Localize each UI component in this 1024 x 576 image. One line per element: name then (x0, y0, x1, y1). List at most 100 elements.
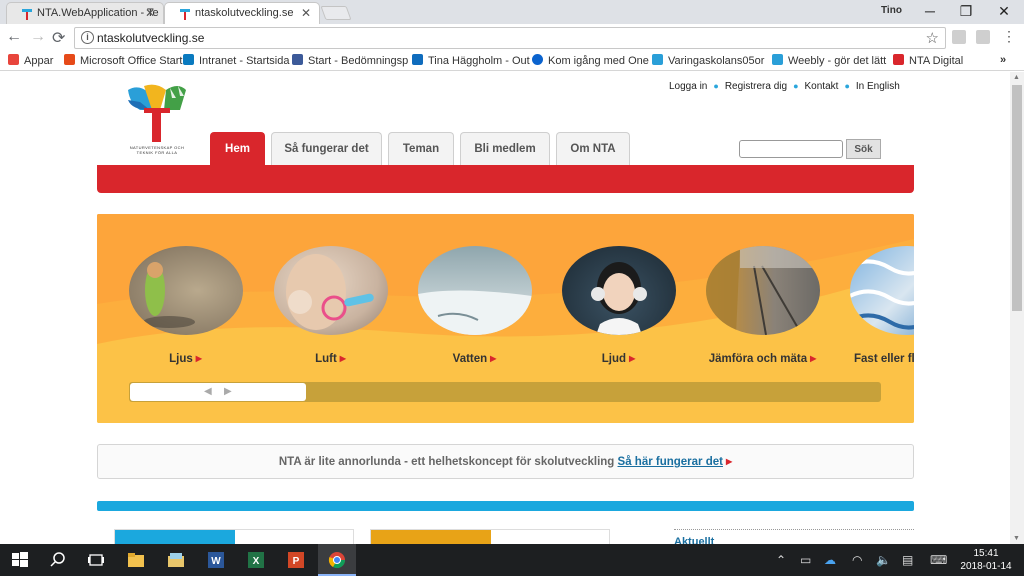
word-icon[interactable]: W (206, 550, 226, 570)
notifications-icon[interactable]: ▤ (902, 553, 913, 567)
nav-tab-sa-fungerar-det[interactable]: Så fungerar det (271, 132, 382, 165)
wifi-icon[interactable]: ◠ (852, 553, 862, 567)
excel-icon[interactable]: X (246, 550, 266, 570)
close-tab-icon[interactable]: ✕ (145, 6, 155, 20)
outlook-icon (412, 54, 423, 65)
site-search-input[interactable] (739, 140, 843, 158)
english-link[interactable]: In English (856, 81, 900, 92)
keyboard-icon[interactable]: ⌨ (930, 553, 947, 567)
red-banner (97, 165, 914, 193)
site-search-button[interactable]: Sök (846, 139, 881, 159)
login-link[interactable]: Logga in (669, 81, 707, 92)
bookmark-nta-digital[interactable]: NTA Digital (893, 54, 963, 67)
page-scrollbar[interactable]: ▲ ▼ (1010, 72, 1024, 544)
address-bar[interactable]: i ntaskolutveckling.se ☆ (74, 27, 946, 49)
windows-start-icon[interactable] (10, 550, 30, 570)
theme-label-luft[interactable]: Luft ▶ (258, 353, 403, 365)
rss-extension-icon[interactable] (976, 30, 990, 44)
theme-image-jamfora-och-mata[interactable] (706, 246, 820, 335)
theme-label-ljus[interactable]: Ljus ▶ (113, 353, 258, 365)
volume-icon[interactable]: 🔈 (876, 553, 891, 567)
svg-text:X: X (253, 556, 260, 567)
onedrive-tray-icon[interactable]: ☁ (824, 553, 836, 567)
minimize-icon[interactable]: ─ (916, 3, 944, 19)
bookmark-outlook[interactable]: Tina Häggholm - Out (412, 54, 530, 67)
arrow-right-icon: ▶ (725, 457, 733, 466)
theme-image-ljus[interactable] (129, 246, 243, 335)
search-icon[interactable] (48, 550, 68, 570)
register-link[interactable]: Registrera dig (725, 81, 787, 92)
scroll-up-icon[interactable]: ▲ (1013, 74, 1020, 81)
file-explorer-icon[interactable] (126, 550, 146, 570)
close-tab-icon[interactable]: ✕ (301, 6, 311, 20)
folder-icon[interactable] (166, 550, 186, 570)
nav-tab-teman[interactable]: Teman (388, 132, 454, 165)
tray-device-icon[interactable]: ▭ (800, 553, 811, 567)
contact-link[interactable]: Kontakt (805, 81, 839, 92)
bookmark-appar[interactable]: Appar (8, 54, 53, 67)
info-banner: NTA är lite annorlunda - ett helhetskonc… (97, 444, 914, 479)
back-icon[interactable]: ← (6, 28, 22, 46)
content-card[interactable] (370, 529, 610, 546)
theme-image-vatten[interactable] (418, 246, 532, 335)
chrome-taskbar-button[interactable] (318, 544, 356, 576)
water-photo (418, 290, 532, 335)
system-clock[interactable]: 15:41 2018-01-14 (958, 547, 1014, 573)
extension-icon[interactable] (952, 30, 966, 44)
nav-tab-hem[interactable]: Hem (210, 132, 265, 165)
theme-label-vatten[interactable]: Vatten ▶ (402, 353, 547, 365)
clock-date: 2018-01-14 (960, 561, 1012, 572)
arrow-right-icon: ▶ (339, 354, 346, 363)
weebly-icon (652, 54, 663, 65)
bookmark-onedrive[interactable]: Kom igång med One (532, 54, 649, 67)
forward-icon[interactable]: → (30, 28, 46, 46)
scroll-left-icon[interactable]: ◀ (204, 386, 212, 397)
top-links: Logga in ● Registrera dig ● Kontakt ● In Engli… (669, 81, 900, 92)
browser-tab-active[interactable]: ntaskolutveckling.se ✕ (164, 2, 320, 24)
theme-label-ljud[interactable]: Ljud ▶ (546, 353, 691, 365)
bookmark-office[interactable]: Microsoft Office Start (64, 54, 183, 67)
carousel-scroll-thumb[interactable]: ◀ ▶ (130, 383, 306, 401)
separator-dot: ● (844, 81, 850, 91)
address-url[interactable]: ntaskolutveckling.se (97, 31, 204, 45)
bookmark-weebly[interactable]: Weebly - gör det lätt (772, 54, 886, 67)
more-bookmarks-icon[interactable]: » (1000, 54, 1006, 66)
nav-tab-bli-medlem[interactable]: Bli medlem (460, 132, 550, 165)
new-tab-button[interactable] (320, 6, 352, 20)
browser-toolbar: ← → ⟳ i ntaskolutveckling.se ☆ (0, 24, 1024, 51)
separator-dot: ● (713, 81, 719, 91)
onedrive-icon (532, 54, 543, 65)
theme-image-ljud[interactable] (562, 246, 676, 335)
weebly-icon (772, 54, 783, 65)
carousel-scrollbar[interactable]: ◀ ▶ (129, 382, 881, 402)
theme-carousel: Ljus ▶ Luft ▶ Vatten ▶ Ljud ▶ Jämföra oc… (97, 214, 914, 423)
scrollbar-thumb[interactable] (1012, 85, 1022, 311)
bookmark-intranet[interactable]: Intranet - Startsida (183, 54, 290, 67)
content-card[interactable] (114, 529, 354, 546)
browser-tab[interactable]: NTA.WebApplication - Te ✕ (6, 2, 164, 24)
svg-text:P: P (293, 556, 300, 567)
nav-tab-om-nta[interactable]: Om NTA (556, 132, 630, 165)
how-it-works-link[interactable]: Så här fungerar det (618, 456, 723, 468)
scroll-right-icon[interactable]: ▶ (224, 386, 232, 397)
child-headphones-photo (591, 262, 647, 335)
nta-icon (893, 54, 904, 65)
theme-image-luft[interactable] (274, 246, 388, 335)
svg-text:W: W (211, 556, 221, 567)
menu-dots-icon[interactable]: ⋮ (1002, 28, 1016, 45)
profile-name[interactable]: Tino (881, 5, 902, 16)
scroll-down-icon[interactable]: ▼ (1013, 535, 1020, 542)
powerpoint-icon[interactable]: P (286, 550, 306, 570)
theme-label-fast-eller-flytande[interactable]: Fast eller fl (854, 353, 914, 365)
reload-icon[interactable]: ⟳ (52, 28, 65, 48)
task-view-icon[interactable] (86, 550, 106, 570)
theme-label-jamfora-och-mata[interactable]: Jämföra och mäta ▶ (690, 353, 835, 365)
bookmark-bedomning[interactable]: Start - Bedömningsp (292, 54, 408, 67)
bookmark-star-icon[interactable]: ☆ (926, 29, 939, 47)
window-close-icon[interactable]: ✕ (990, 3, 1018, 20)
tray-overflow-icon[interactable]: ⌃ (776, 553, 786, 567)
tab-title: ntaskolutveckling.se (195, 7, 294, 19)
restore-icon[interactable]: ❐ (952, 3, 980, 20)
bookmark-varingaskolan[interactable]: Varingaskolans05or (652, 54, 764, 67)
site-info-icon[interactable]: i (81, 31, 94, 44)
